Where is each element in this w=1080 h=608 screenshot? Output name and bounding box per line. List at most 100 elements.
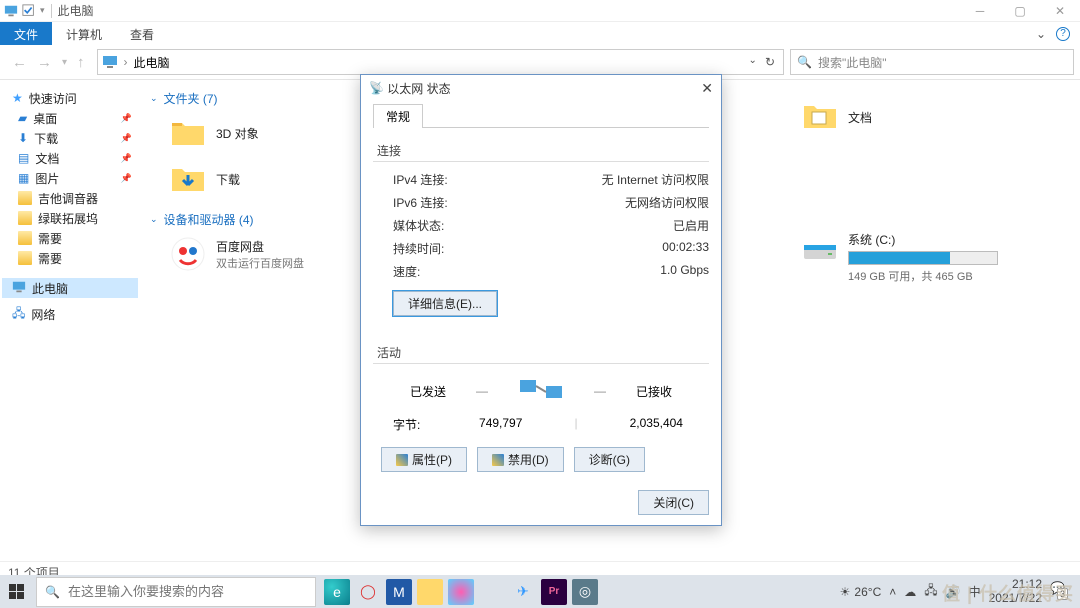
sidebar-item-pictures[interactable]: ▦图片📌: [2, 168, 138, 188]
sidebar-this-pc[interactable]: 此电脑: [2, 278, 138, 298]
item-drive-c[interactable]: 系统 (C:) 149 GB 可用，共 465 GB: [794, 227, 1076, 288]
edge-icon[interactable]: e: [324, 579, 350, 605]
back-button[interactable]: ←: [12, 54, 27, 71]
tab-computer[interactable]: 计算机: [52, 22, 116, 45]
sidebar-item-downloads[interactable]: ⬇下载📌: [2, 128, 138, 148]
tab-general[interactable]: 常规: [373, 104, 423, 128]
download-icon: ⬇: [18, 131, 28, 145]
dialog-close-button[interactable]: ✕: [701, 80, 713, 97]
network-icon: 🖧: [12, 304, 25, 325]
details-button[interactable]: 详细信息(E)...: [393, 291, 497, 316]
pin-icon: 📌: [121, 133, 132, 144]
folder-icon: [18, 191, 32, 205]
qat-dropdown-icon[interactable]: ▾: [40, 5, 45, 16]
drive-label: 系统 (C:): [848, 231, 998, 248]
app-icon[interactable]: M: [386, 579, 412, 605]
item-documents[interactable]: 文档: [794, 84, 1076, 157]
bytes-sent: 749,797: [479, 416, 522, 433]
properties-button[interactable]: 属性(P): [381, 447, 467, 472]
right-column: 文档 系统 (C:) 149 GB 可用，共 465 GB: [790, 80, 1080, 561]
notifications-icon[interactable]: 💬3: [1050, 581, 1072, 603]
tray-expand-icon[interactable]: ˄: [889, 585, 896, 599]
nav-pane: ★快速访问 ▰桌面📌 ⬇下载📌 ▤文档📌 ▦图片📌 吉他调音器 绿联拓展坞 需要…: [0, 80, 140, 561]
taskbar: 🔍 e ◯ M ✈ Pr ◎ ☀26°C ˄ ☁ 🖧 🔊 中 21:12 202…: [0, 575, 1080, 608]
close-button[interactable]: ✕: [1040, 0, 1080, 22]
close-button[interactable]: 关闭(C): [638, 490, 709, 515]
maximize-button[interactable]: ▢: [1000, 0, 1040, 22]
clock[interactable]: 21:12 2021/7/22: [989, 578, 1042, 604]
ethernet-status-dialog: 📡 以太网 状态 ✕ 常规 连接 IPv4 连接:无 Internet 访问权限…: [360, 74, 722, 526]
sidebar-item-desktop[interactable]: ▰桌面📌: [2, 108, 138, 128]
breadcrumb[interactable]: 此电脑: [134, 54, 170, 71]
drive-usage-bar: [848, 251, 998, 265]
sun-icon: ☀: [840, 585, 851, 599]
app-icon[interactable]: [479, 579, 505, 605]
folder-icon: [18, 211, 32, 225]
search-icon: 🔍: [45, 585, 60, 599]
premiere-icon[interactable]: Pr: [541, 579, 567, 605]
taskbar-apps: e ◯ M ✈ Pr ◎: [318, 579, 604, 605]
dialog-title: 以太网 状态: [387, 80, 450, 97]
search-icon: 🔍: [797, 55, 812, 69]
ribbon-expand-icon[interactable]: ⌄: [1036, 27, 1046, 41]
start-button[interactable]: [0, 575, 34, 608]
window-title: 此电脑: [58, 2, 94, 19]
folder-icon: [18, 251, 32, 265]
picture-icon: ▦: [18, 171, 29, 185]
up-button[interactable]: ↑: [77, 54, 85, 71]
app-icon[interactable]: ◯: [355, 579, 381, 605]
sidebar-network[interactable]: 🖧网络: [2, 304, 138, 324]
chevron-right-icon[interactable]: ›: [124, 55, 128, 69]
folder-icon[interactable]: [417, 579, 443, 605]
minimize-button[interactable]: ─: [960, 0, 1000, 22]
diagnose-button[interactable]: 诊断(G): [574, 447, 645, 472]
address-bar[interactable]: › 此电脑 ⌄ ↻: [97, 49, 784, 75]
desktop-icon: ▰: [18, 111, 27, 125]
sent-label: 已发送: [410, 383, 446, 400]
search-placeholder: 搜索"此电脑": [818, 54, 887, 71]
titlebar: ▾ 此电脑 ─ ▢ ✕: [0, 0, 1080, 22]
network-icon[interactable]: 🖧: [924, 581, 937, 602]
pc-icon: [102, 54, 118, 70]
onedrive-icon[interactable]: ☁: [904, 585, 916, 599]
sidebar-item-folder[interactable]: 绿联拓展坞: [2, 208, 138, 228]
disable-button[interactable]: 禁用(D): [477, 447, 564, 472]
pc-icon: [4, 4, 18, 18]
tab-file[interactable]: 文件: [0, 22, 52, 45]
pin-icon: 📌: [121, 153, 132, 164]
app-icon[interactable]: ✈: [510, 579, 536, 605]
app-icon[interactable]: [448, 579, 474, 605]
shield-icon: [396, 454, 408, 466]
tab-view[interactable]: 查看: [116, 22, 168, 45]
network-icon: 📡: [369, 81, 384, 95]
bytes-recv: 2,035,404: [630, 416, 683, 433]
ime-icon[interactable]: 中: [969, 583, 981, 600]
weather-widget[interactable]: ☀26°C: [840, 585, 882, 599]
pin-icon: 📌: [121, 113, 132, 124]
help-icon[interactable]: ?: [1056, 27, 1070, 41]
group-connection: 连接: [373, 136, 709, 162]
network-activity-icon: [518, 376, 564, 406]
search-input[interactable]: [68, 584, 307, 599]
system-tray: ☀26°C ˄ ☁ 🖧 🔊 中 21:12 2021/7/22 💬3: [832, 578, 1080, 604]
dialog-titlebar[interactable]: 📡 以太网 状态 ✕: [361, 75, 721, 101]
quick-access-toolbar: ▾: [4, 4, 45, 18]
forward-button[interactable]: →: [37, 54, 52, 71]
sidebar-item-folder[interactable]: 需要: [2, 228, 138, 248]
sidebar-quick-access[interactable]: ★快速访问: [2, 88, 138, 108]
sidebar-item-documents[interactable]: ▤文档📌: [2, 148, 138, 168]
recv-label: 已接收: [636, 383, 672, 400]
history-dropdown-icon[interactable]: ▾: [62, 57, 67, 68]
sidebar-item-folder[interactable]: 吉他调音器: [2, 188, 138, 208]
taskbar-search[interactable]: 🔍: [36, 577, 316, 607]
refresh-icon[interactable]: ↻: [765, 55, 775, 69]
app-icon[interactable]: ◎: [572, 579, 598, 605]
folder-icon: [170, 115, 206, 151]
folder-download-icon: [170, 161, 206, 197]
volume-icon[interactable]: 🔊: [946, 585, 961, 599]
sidebar-item-folder[interactable]: 需要: [2, 248, 138, 268]
checkbox-icon[interactable]: [22, 4, 36, 18]
search-box[interactable]: 🔍 搜索"此电脑": [790, 49, 1074, 75]
ribbon: 文件 计算机 查看 ⌄ ?: [0, 22, 1080, 45]
address-dropdown-icon[interactable]: ⌄: [749, 55, 757, 69]
